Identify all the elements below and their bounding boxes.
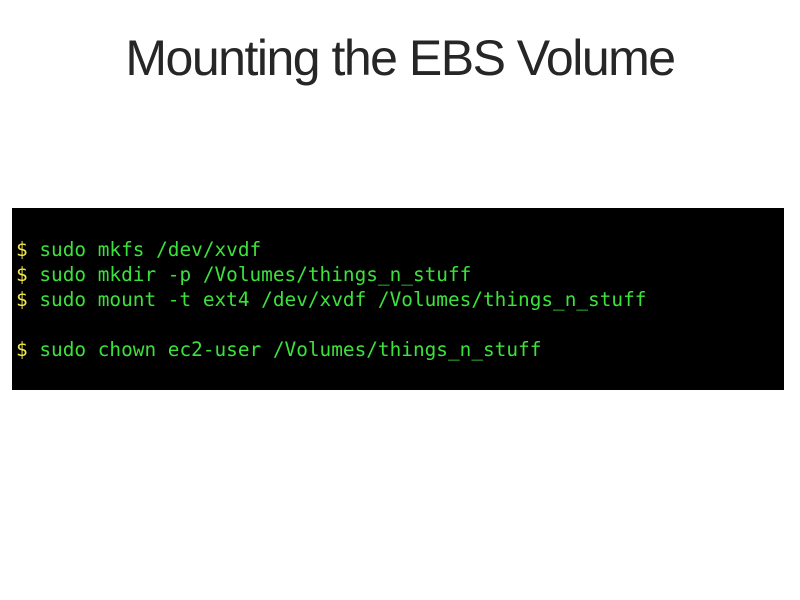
command-text: sudo mkdir -p /Volumes/things_n_stuff bbox=[39, 263, 472, 286]
terminal-code-block: $ sudo mkfs /dev/xvdf $ sudo mkdir -p /V… bbox=[12, 208, 784, 390]
shell-prompt: $ bbox=[16, 238, 28, 261]
shell-prompt: $ bbox=[16, 263, 28, 286]
terminal-line-mount: $ sudo mount -t ext4 /dev/xvdf /Volumes/… bbox=[16, 287, 784, 312]
terminal-line-mkfs: $ sudo mkfs /dev/xvdf bbox=[16, 237, 784, 262]
slide-title: Mounting the EBS Volume bbox=[125, 30, 676, 86]
command-text: sudo mkfs /dev/xvdf bbox=[39, 238, 262, 261]
command-text: sudo chown ec2-user /Volumes/things_n_st… bbox=[39, 338, 542, 361]
shell-prompt: $ bbox=[16, 338, 28, 361]
command-text: sudo mount -t ext4 /dev/xvdf /Volumes/th… bbox=[39, 288, 647, 311]
shell-prompt: $ bbox=[16, 288, 28, 311]
slide: Mounting the EBS Volume $ sudo mkfs /dev… bbox=[0, 0, 800, 600]
terminal-line-chown: $ sudo chown ec2-user /Volumes/things_n_… bbox=[16, 337, 784, 362]
terminal-line-mkdir: $ sudo mkdir -p /Volumes/things_n_stuff bbox=[16, 262, 784, 287]
